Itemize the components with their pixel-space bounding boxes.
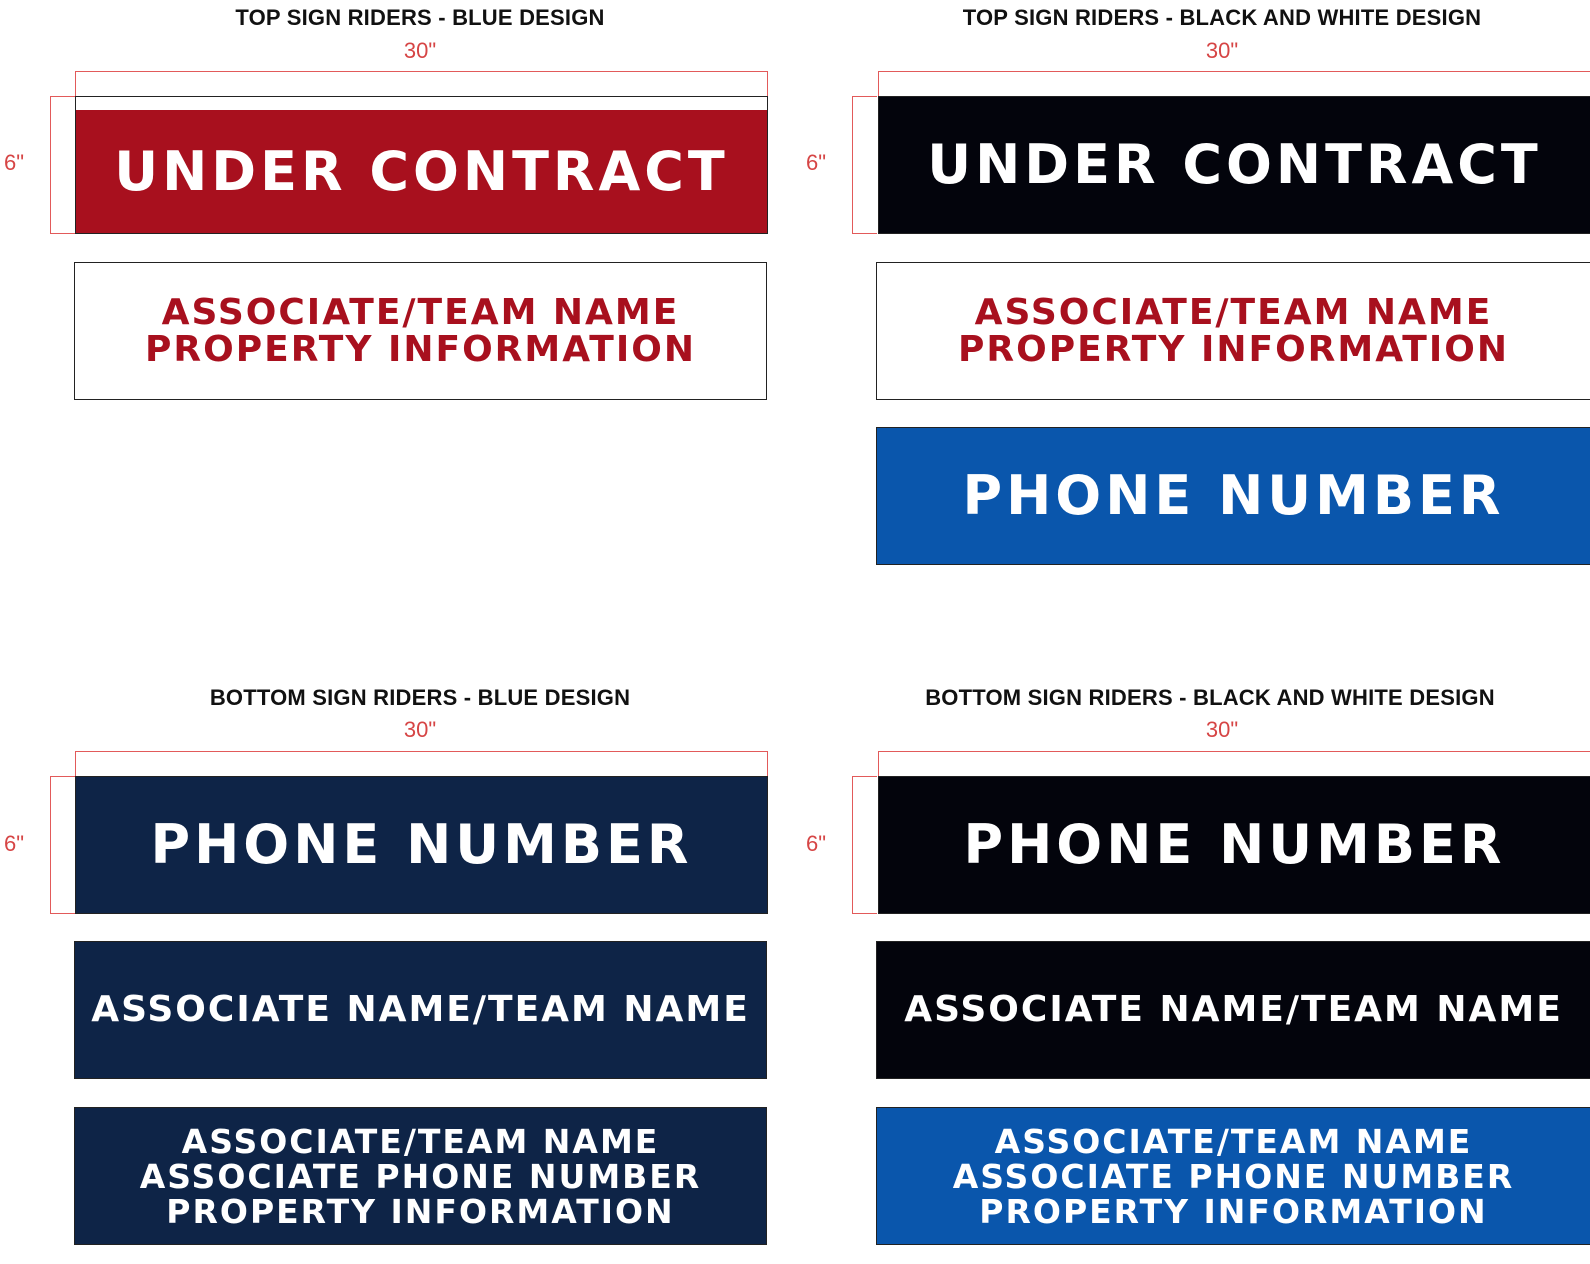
- width-dimension-label: 30": [403, 717, 437, 742]
- height-guide: [50, 96, 75, 234]
- height-dimension-label: 6": [4, 150, 25, 175]
- rider-text: UNDER CONTRACT: [927, 133, 1542, 196]
- rider-text: ASSOCIATE NAME/TEAM NAME: [91, 989, 750, 1030]
- width-dimension-label: 30": [1205, 38, 1239, 63]
- rider-text: ASSOCIATE PHONE NUMBER: [952, 1156, 1515, 1196]
- rider-text: PHONE NUMBER: [962, 464, 1505, 527]
- width-dimension-label: 30": [403, 38, 437, 63]
- height-dimension-label: 6": [4, 831, 25, 856]
- rider-text: UNDER CONTRACT: [114, 139, 729, 203]
- rider-phone-number: PHONE NUMBER: [876, 427, 1590, 565]
- rider-text: PROPERTY INFORMATION: [958, 329, 1509, 370]
- rider-under-contract: UNDER CONTRACT: [878, 96, 1590, 234]
- rider-text: ASSOCIATE NAME/TEAM NAME: [904, 989, 1563, 1030]
- rider-top-strip: [75, 96, 768, 110]
- height-guide: [852, 776, 877, 914]
- rider-associate-team-name: ASSOCIATE NAME/TEAM NAME: [876, 941, 1590, 1079]
- rider-text: ASSOCIATE/TEAM NAME: [161, 292, 680, 333]
- rider-text: PHONE NUMBER: [963, 813, 1506, 876]
- rider-text: PHONE NUMBER: [150, 813, 693, 876]
- rider-text: ASSOCIATE/TEAM NAME: [994, 1121, 1473, 1161]
- height-guide: [852, 96, 877, 234]
- section-title-bottom-bw: BOTTOM SIGN RIDERS - BLACK AND WHITE DES…: [925, 685, 1495, 710]
- rider-phone-number: PHONE NUMBER: [75, 776, 768, 914]
- width-guide: [75, 71, 768, 96]
- rider-associate-property: ASSOCIATE/TEAM NAME PROPERTY INFORMATION: [876, 262, 1590, 400]
- rider-text: ASSOCIATE/TEAM NAME: [974, 292, 1493, 333]
- rider-associate-phone-property: ASSOCIATE/TEAM NAME ASSOCIATE PHONE NUMB…: [876, 1107, 1590, 1245]
- width-guide: [878, 71, 1590, 96]
- rider-under-contract: UNDER CONTRACT: [75, 110, 768, 234]
- width-guide: [75, 751, 768, 776]
- section-title-bottom-blue: BOTTOM SIGN RIDERS - BLUE DESIGN: [209, 685, 631, 710]
- section-title-top-bw: TOP SIGN RIDERS - BLACK AND WHITE DESIGN: [962, 5, 1482, 30]
- rider-text: ASSOCIATE PHONE NUMBER: [139, 1156, 702, 1196]
- rider-associate-phone-property: ASSOCIATE/TEAM NAME ASSOCIATE PHONE NUMB…: [74, 1107, 767, 1245]
- rider-associate-property: ASSOCIATE/TEAM NAME PROPERTY INFORMATION: [74, 262, 767, 400]
- height-dimension-label: 6": [806, 831, 827, 856]
- width-guide: [878, 751, 1590, 776]
- rider-text: ASSOCIATE/TEAM NAME: [181, 1121, 660, 1161]
- rider-associate-team-name: ASSOCIATE NAME/TEAM NAME: [74, 941, 767, 1079]
- rider-text: PROPERTY INFORMATION: [145, 329, 696, 370]
- section-title-top-blue: TOP SIGN RIDERS - BLUE DESIGN: [235, 5, 605, 30]
- height-dimension-label: 6": [806, 150, 827, 175]
- height-guide: [50, 776, 75, 914]
- width-dimension-label: 30": [1205, 717, 1239, 742]
- rider-text: PROPERTY INFORMATION: [979, 1191, 1488, 1231]
- rider-phone-number: PHONE NUMBER: [878, 776, 1590, 914]
- rider-text: PROPERTY INFORMATION: [166, 1191, 675, 1231]
